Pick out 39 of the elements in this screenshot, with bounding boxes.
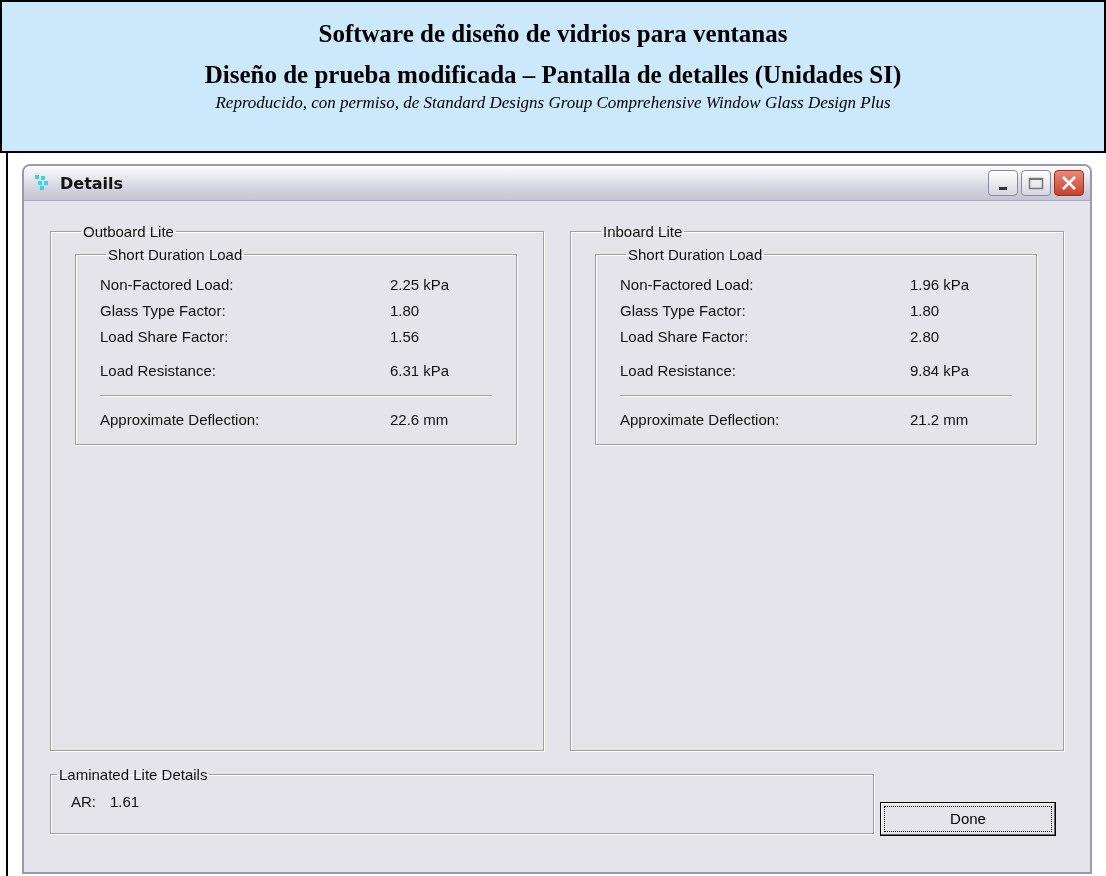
field-label: AR:: [71, 793, 96, 810]
field-value: 1.80: [910, 302, 940, 319]
field-value: 22.6 mm: [390, 411, 449, 428]
banner-subtitle: Diseño de prueba modificada – Pantalla de detalles (Unidades SI): [203, 61, 903, 89]
field-label: Approximate Deflection:: [620, 411, 781, 428]
field-label: Glass Type Factor:: [100, 302, 227, 319]
field-label: Non-Factored Load:: [620, 276, 755, 293]
minimize-button[interactable]: [988, 170, 1018, 196]
banner-credit: Reproducido, con permiso, de Standard Designs Group Comprehensive Window Glass Design Plus: [214, 93, 892, 113]
group-title: Inboard Lite: [602, 223, 684, 240]
field-label: Glass Type Factor:: [620, 302, 747, 319]
group-title: Outboard Lite: [82, 223, 175, 240]
field-value: 1.80: [390, 302, 420, 319]
group-title: Laminated Lite Details: [58, 766, 209, 783]
field-value: 1.61: [110, 793, 140, 810]
maximize-icon: [1028, 176, 1044, 190]
field-label: Load Share Factor:: [620, 328, 750, 345]
field-value: 6.31 kPa: [390, 362, 450, 379]
field-value: 2.80: [910, 328, 940, 345]
close-button[interactable]: [1054, 170, 1084, 196]
field-label: Load Resistance:: [620, 362, 737, 379]
done-button[interactable]: Done: [880, 802, 1056, 836]
field-label: Non-Factored Load:: [100, 276, 235, 293]
group-title: Short Duration Load: [107, 246, 244, 263]
field-value: 2.25 kPa: [390, 276, 450, 293]
field-value: 21.2 mm: [910, 411, 969, 428]
field-value: 1.56: [390, 328, 420, 345]
minimize-icon: [999, 186, 1007, 190]
group-title: Short Duration Load: [627, 246, 764, 263]
app-icon: [34, 174, 50, 192]
banner-title: Software de diseño de vidrios para ventanas: [317, 20, 789, 48]
field-label: Approximate Deflection:: [100, 411, 261, 428]
close-icon: [1061, 175, 1077, 191]
field-value: 9.84 kPa: [910, 362, 970, 379]
window-title: Details: [60, 173, 124, 193]
field-label: Load Share Factor:: [100, 328, 230, 345]
maximize-button[interactable]: [1021, 170, 1051, 196]
field-value: 1.96 kPa: [910, 276, 970, 293]
field-label: Load Resistance:: [100, 362, 217, 379]
